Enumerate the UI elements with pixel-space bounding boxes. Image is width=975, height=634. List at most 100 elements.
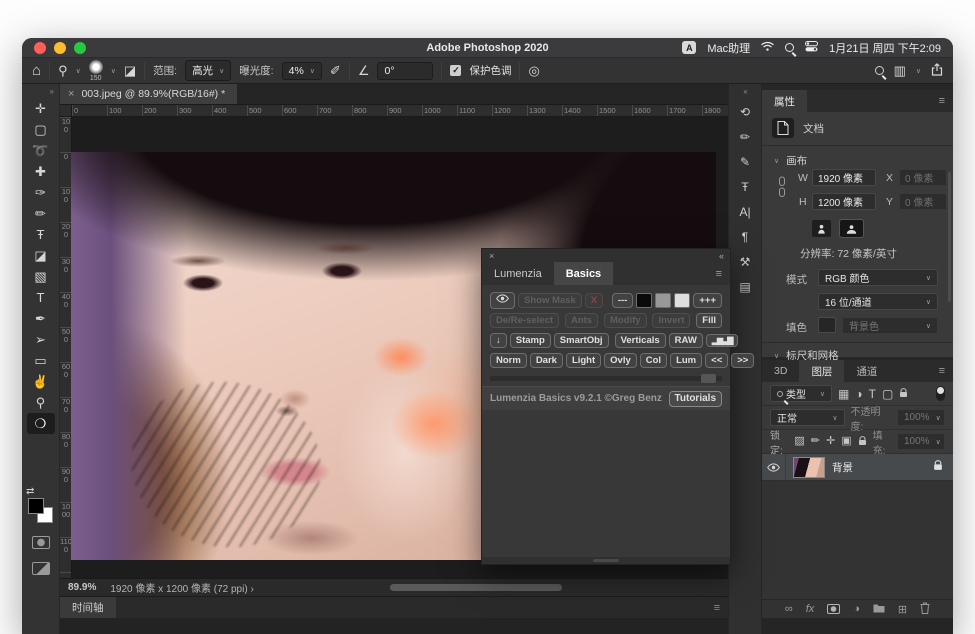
eyedropper-tool[interactable]: ✑ bbox=[27, 182, 55, 203]
share-icon[interactable] bbox=[931, 63, 943, 79]
close-icon[interactable]: × bbox=[489, 251, 494, 261]
fill-source-select[interactable]: 背景色∨ bbox=[842, 317, 938, 334]
wifi-icon[interactable] bbox=[761, 41, 774, 54]
clone-source-panel-icon[interactable]: Ŧ bbox=[732, 174, 758, 199]
current-tool-icon[interactable]: ⚲ bbox=[58, 64, 68, 77]
filter-shape-layers-icon[interactable]: ▢ bbox=[882, 388, 893, 400]
path-select-tool[interactable]: ➢ bbox=[27, 329, 55, 350]
panel-menu-icon[interactable]: ≡ bbox=[939, 360, 953, 382]
y-field[interactable]: 0 像素 bbox=[899, 193, 947, 210]
eraser-tool[interactable]: ◪ bbox=[27, 245, 55, 266]
shape-tool[interactable]: ▭ bbox=[27, 350, 55, 371]
selection-button[interactable]: De/Re-select bbox=[490, 313, 559, 328]
history-panel-icon[interactable]: ⟲ bbox=[732, 99, 758, 124]
tab-channels[interactable]: 通道 bbox=[844, 360, 889, 382]
exposure-select[interactable]: 4%∨ bbox=[282, 62, 322, 80]
mask-preset-button[interactable]: Norm bbox=[490, 353, 527, 368]
brush-tool[interactable]: ✏ bbox=[27, 203, 55, 224]
character-panel-icon[interactable]: A| bbox=[732, 199, 758, 224]
selection-button[interactable]: Ants bbox=[565, 313, 598, 328]
tab-3d[interactable]: 3D bbox=[762, 360, 799, 382]
orientation-landscape-button[interactable] bbox=[840, 220, 863, 237]
type-tool[interactable]: T bbox=[27, 287, 55, 308]
mask-preset-button[interactable]: Col bbox=[640, 353, 667, 368]
home-icon[interactable]: ⌂ bbox=[32, 63, 41, 78]
menubar-assistant-item[interactable]: Mac助理 bbox=[707, 40, 750, 56]
tab-lumenzia[interactable]: Lumenzia bbox=[482, 262, 554, 285]
workspace-switcher-icon[interactable]: ▥ bbox=[894, 64, 906, 77]
new-layer-icon[interactable]: ⊞ bbox=[898, 603, 907, 616]
screen-mode-button[interactable] bbox=[32, 562, 50, 575]
delete-layer-icon[interactable] bbox=[920, 602, 930, 617]
dodge-tool[interactable]: ❍ bbox=[27, 413, 55, 434]
gradient-tool[interactable]: ▧ bbox=[27, 266, 55, 287]
brushes-panel-icon[interactable]: ✎ bbox=[732, 149, 758, 174]
decrease-button[interactable]: --- bbox=[612, 293, 634, 308]
black-swatch[interactable] bbox=[636, 293, 652, 308]
lumenzia-resize-bar[interactable] bbox=[482, 557, 730, 564]
fill-opacity-select[interactable]: 100%∨ bbox=[897, 433, 945, 450]
orientation-portrait-button[interactable] bbox=[812, 220, 831, 237]
height-field[interactable]: 1200 像素 bbox=[812, 193, 876, 210]
raw-button[interactable]: RAW bbox=[669, 333, 703, 348]
layer-filter-select[interactable]: 类型∨ bbox=[770, 385, 832, 402]
search-icon[interactable] bbox=[875, 66, 884, 75]
collapse-icon[interactable]: ‹‹ bbox=[719, 251, 723, 261]
tab-basics[interactable]: Basics bbox=[554, 262, 613, 285]
gray-swatch[interactable] bbox=[655, 293, 671, 308]
link-dimensions-icon[interactable] bbox=[778, 176, 786, 201]
verticals-button[interactable]: Verticals bbox=[615, 333, 666, 348]
apply-down-button[interactable]: ↓ bbox=[490, 333, 507, 348]
healing-brush-tool[interactable]: ✚ bbox=[27, 161, 55, 182]
lock-transparency-icon[interactable]: ▨ bbox=[794, 436, 804, 447]
opacity-select[interactable]: 100%∨ bbox=[897, 409, 945, 426]
toolbar-collapse-icon[interactable]: » bbox=[22, 84, 59, 98]
lock-all-icon[interactable] bbox=[858, 436, 867, 448]
collapse-section-icon[interactable]: ∨ bbox=[774, 352, 779, 360]
filter-type-layers-icon[interactable]: T bbox=[869, 388, 876, 400]
menubar-clock[interactable]: 1月21日 周四 下午2:09 bbox=[829, 40, 941, 56]
filter-pixel-layers-icon[interactable]: ▦ bbox=[838, 388, 849, 400]
horizontal-scrollbar[interactable] bbox=[390, 584, 562, 591]
layer-visibility-eye-icon[interactable] bbox=[762, 454, 786, 480]
spotlight-search-icon[interactable] bbox=[785, 43, 794, 52]
slider-handle[interactable] bbox=[701, 374, 716, 383]
selection-button[interactable]: Invert bbox=[652, 313, 690, 328]
zoom-level-field[interactable]: 89.9% bbox=[68, 582, 96, 593]
swap-colors-icon[interactable]: ⇄ bbox=[26, 486, 34, 497]
quick-mask-button[interactable] bbox=[32, 536, 50, 549]
pressure-icon[interactable]: ◎ bbox=[528, 64, 539, 77]
bit-depth-select[interactable]: 16 位/通道∨ bbox=[818, 293, 938, 310]
angle-input[interactable]: 0° bbox=[377, 62, 433, 80]
histogram-button[interactable]: ▂▆▃▇ bbox=[706, 334, 739, 348]
timeline-tab[interactable]: 时间轴 bbox=[60, 597, 116, 618]
preview-eye-button[interactable] bbox=[490, 292, 515, 308]
panel-scrollbar[interactable] bbox=[948, 172, 951, 302]
mask-preset-button[interactable]: Ovly bbox=[604, 353, 637, 368]
next-button[interactable]: >> bbox=[731, 353, 754, 368]
filter-adjustment-layers-icon[interactable]: ◑ bbox=[855, 388, 862, 400]
foreground-color-swatch[interactable] bbox=[28, 498, 44, 514]
zoom-tool[interactable]: ⚲ bbox=[27, 392, 55, 413]
airbrush-icon[interactable]: ✐ bbox=[330, 64, 341, 77]
link-layers-icon[interactable]: ∞ bbox=[785, 603, 793, 615]
fill-color-swatch[interactable] bbox=[818, 317, 836, 333]
panel-menu-icon[interactable]: ≡ bbox=[939, 90, 953, 112]
smartobj-button[interactable]: SmartObj bbox=[554, 333, 609, 348]
selection-button[interactable]: Modify bbox=[604, 313, 647, 328]
new-group-icon[interactable] bbox=[873, 603, 885, 616]
new-adjustment-layer-icon[interactable]: ◑ bbox=[853, 603, 860, 615]
lock-artboard-icon[interactable]: ▣ bbox=[841, 436, 851, 447]
tab-properties[interactable]: 属性 bbox=[762, 90, 807, 112]
layer-style-fx-icon[interactable]: fx bbox=[806, 603, 815, 615]
range-select[interactable]: 高光∨ bbox=[185, 60, 231, 81]
layer-row-background[interactable]: 背景 bbox=[762, 454, 953, 481]
add-mask-icon[interactable] bbox=[827, 604, 840, 614]
pen-tool[interactable]: ✒ bbox=[27, 308, 55, 329]
collapse-section-icon[interactable]: ∨ bbox=[774, 157, 779, 165]
document-tab[interactable]: × 003.jpeg @ 89.9%(RGB/16#) * bbox=[60, 84, 237, 104]
close-tab-icon[interactable]: × bbox=[68, 88, 74, 100]
increase-button[interactable]: +++ bbox=[693, 293, 722, 308]
document-info[interactable]: 1920 像素 x 1200 像素 (72 ppi) › bbox=[110, 580, 253, 595]
fill-button[interactable]: Fill bbox=[696, 313, 722, 328]
